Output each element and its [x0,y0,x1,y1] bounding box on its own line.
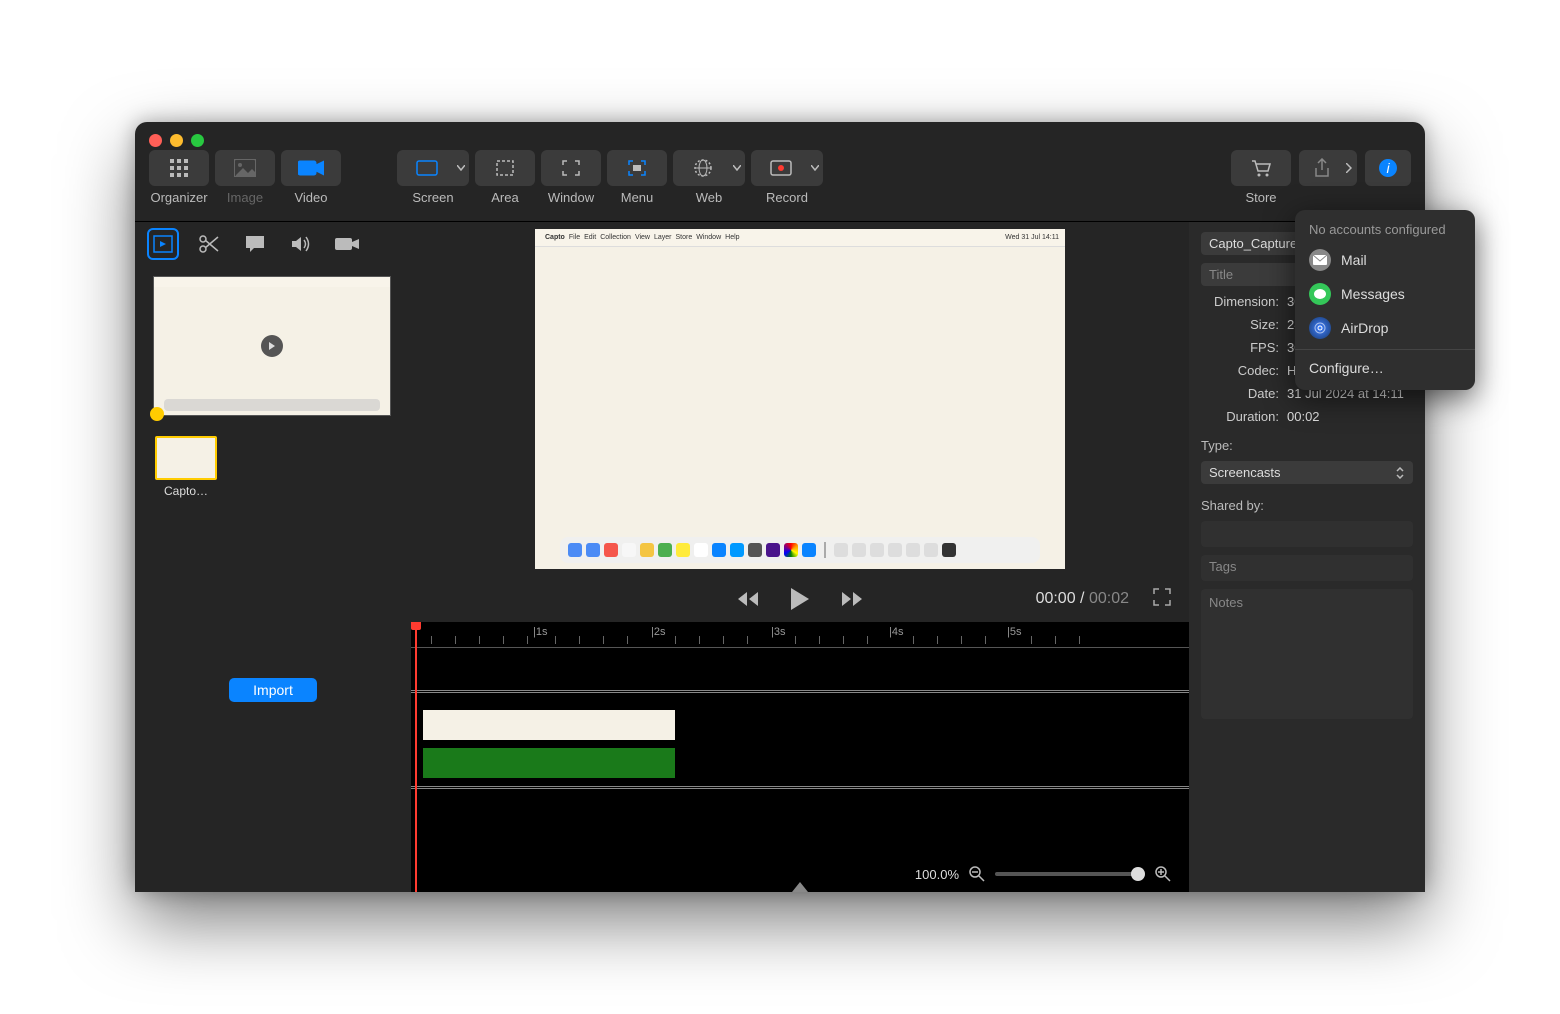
screen-icon [416,160,438,176]
zoom-percent: 100.0% [915,867,959,882]
timeline[interactable]: |1s |2s |3s |4s |5s [411,622,1189,892]
zoom-slider[interactable] [995,872,1145,876]
window-capture-button[interactable]: Window [541,150,601,205]
time-display: 00:00 / 00:02 [1036,590,1129,608]
app-window: Organizer Image Video Screen A [135,122,1425,892]
share-mail-item[interactable]: Mail [1295,243,1475,277]
audio-track[interactable] [423,748,675,778]
record-button[interactable]: Record [751,150,823,205]
screen-preview-content: Capto File Edit Collection View Layer St… [535,229,1065,569]
cut-tool[interactable] [195,230,223,258]
speaker-icon [290,234,312,254]
annotation-tool[interactable] [241,230,269,258]
fast-forward-button[interactable] [838,585,866,613]
messages-icon [1309,283,1331,305]
audio-tool[interactable] [287,230,315,258]
play-icon [789,587,811,611]
video-camera-icon [298,159,324,177]
fast-forward-icon [840,590,864,608]
camera-icon [335,235,359,253]
menu-capture-icon [627,159,647,177]
minimize-window-button[interactable] [170,134,183,147]
play-button[interactable] [786,585,814,613]
screen-capture-menu-button[interactable] [453,150,469,186]
info-icon: i [1378,158,1398,178]
rewind-button[interactable] [734,585,762,613]
film-play-icon [152,234,174,254]
zoom-out-icon[interactable] [969,866,985,882]
timeline-disclosure-button[interactable] [792,882,808,892]
rewind-icon [736,590,760,608]
popover-header: No accounts configured [1295,218,1475,243]
large-preview-thumbnail[interactable] [153,276,391,416]
airdrop-icon [1309,317,1331,339]
status-dot [150,407,164,421]
area-icon [495,159,515,177]
image-button[interactable]: Image [215,150,275,205]
store-button[interactable]: Store [1231,150,1291,205]
chevron-right-icon [1346,163,1352,173]
share-airdrop-item[interactable]: AirDrop [1295,311,1475,345]
sidebar: Capto… Import [135,222,411,892]
window-crop-icon [561,159,581,177]
expand-icon [1153,588,1171,606]
sidebar-tools [135,222,411,266]
screen-capture-button[interactable]: Screen [397,150,469,205]
share-popover: No accounts configured Mail Messages Air… [1295,210,1475,390]
grid-icon [169,158,189,178]
toolbar: Organizer Image Video Screen A [135,122,1425,222]
share-button[interactable] [1299,150,1357,205]
updown-icon [1395,467,1405,479]
notes-field[interactable]: Notes [1201,589,1413,719]
scissors-icon [198,234,220,254]
chevron-down-icon [811,165,819,171]
center-panel: Capto File Edit Collection View Layer St… [411,222,1189,892]
speech-bubble-icon [244,234,266,254]
video-button[interactable]: Video [281,150,341,205]
preview-dock [560,537,1040,563]
video-track[interactable] [423,710,675,740]
web-capture-button[interactable]: Web [673,150,745,205]
clip-thumbnail[interactable]: Capto… [155,436,217,498]
fullscreen-button[interactable] [1153,588,1171,611]
tags-field[interactable]: Tags [1201,555,1413,581]
info-button[interactable]: i [1365,150,1411,205]
globe-icon [693,158,713,178]
window-controls [149,134,204,147]
timeline-ruler[interactable]: |1s |2s |3s |4s |5s [411,622,1189,648]
play-icon [268,342,276,350]
zoom-in-icon[interactable] [1155,866,1171,882]
chevron-down-icon [457,165,465,171]
camera-tool[interactable] [333,230,361,258]
playback-controls: 00:00 / 00:02 [411,576,1189,622]
record-icon [770,160,792,176]
record-menu-button[interactable] [807,150,823,186]
menu-capture-button[interactable]: Menu [607,150,667,205]
cart-icon [1250,159,1272,177]
chevron-down-icon [733,165,741,171]
share-configure-item[interactable]: Configure… [1295,354,1475,382]
close-window-button[interactable] [149,134,162,147]
import-button[interactable]: Import [229,678,317,702]
playhead[interactable] [415,622,417,892]
type-select[interactable]: Screencasts [1201,461,1413,484]
filmstrip-tool[interactable] [149,230,177,258]
fullscreen-window-button[interactable] [191,134,204,147]
web-capture-menu-button[interactable] [729,150,745,186]
organizer-button[interactable]: Organizer [149,150,209,205]
video-preview: Capto File Edit Collection View Layer St… [411,222,1189,576]
share-menu-button[interactable] [1341,150,1357,186]
zoom-controls: 100.0% [915,866,1171,882]
area-capture-button[interactable]: Area [475,150,535,205]
mail-icon [1309,249,1331,271]
preview-menubar: Capto File Edit Collection View Layer St… [535,229,1065,247]
share-icon [1313,158,1331,178]
shared-by-field[interactable] [1201,521,1413,547]
share-messages-item[interactable]: Messages [1295,277,1475,311]
image-icon [234,159,256,177]
